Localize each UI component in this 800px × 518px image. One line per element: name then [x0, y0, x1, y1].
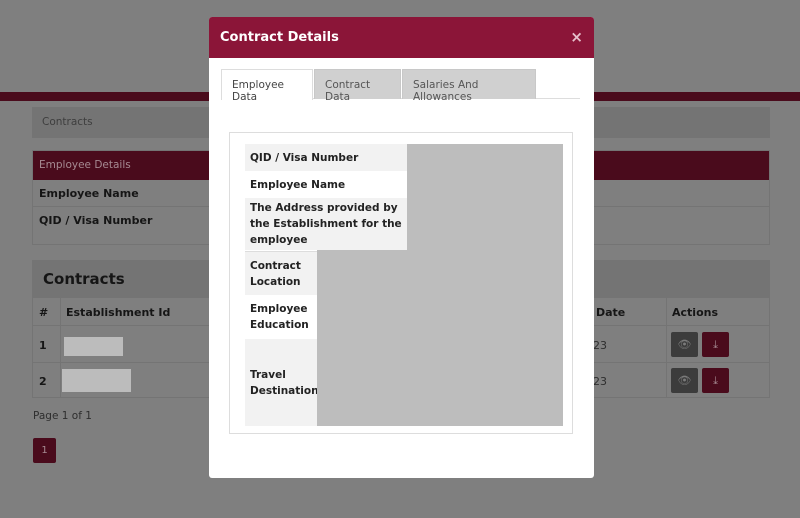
row-number: 2	[39, 375, 47, 388]
tab-bar: Employee Data Contract Data Salaries And…	[221, 69, 580, 103]
field-employee-education: Employee Education	[250, 303, 309, 331]
field-employee-name: Employee Name	[250, 178, 346, 191]
eye-icon: 👁	[677, 338, 692, 351]
row-date: 23	[593, 375, 607, 388]
tab-salaries-allowances[interactable]: Salaries And Allowances	[402, 69, 536, 103]
field-contract-location: Contract Location	[245, 251, 318, 295]
page-1-button[interactable]: 1	[33, 438, 56, 463]
close-icon[interactable]: ×	[570, 28, 583, 46]
page-info: Page 1 of 1	[33, 410, 92, 422]
col-actions: Actions	[672, 306, 718, 319]
field-address: The Address provided by the Establishmen…	[245, 198, 408, 250]
employee-data-panel: QID / Visa Number Employee Name The Addr…	[229, 132, 573, 434]
download-button[interactable]: ⤓	[702, 368, 729, 393]
redacted-values	[317, 250, 563, 426]
redacted-id	[64, 337, 123, 356]
eye-icon: 👁	[677, 374, 692, 387]
col-date: Date	[596, 306, 626, 319]
field-qid: QID / Visa Number	[245, 144, 408, 171]
download-icon: ⤓	[713, 374, 718, 387]
modal-title: Contract Details	[209, 17, 594, 58]
redacted-values	[407, 144, 563, 250]
view-button[interactable]: 👁	[671, 368, 698, 393]
col-number: #	[39, 306, 49, 319]
row-number: 1	[39, 339, 47, 352]
tab-employee-data[interactable]: Employee Data	[221, 69, 313, 103]
contract-details-modal: Contract Details × Employee Data Contrac…	[209, 17, 594, 478]
tab-contract-data[interactable]: Contract Data	[314, 69, 401, 103]
view-button[interactable]: 👁	[671, 332, 698, 357]
col-establishment-id: Establishment Id	[66, 306, 171, 319]
row-date: 23	[593, 339, 607, 352]
download-button[interactable]: ⤓	[702, 332, 729, 357]
download-icon: ⤓	[713, 338, 718, 351]
redacted-id	[62, 369, 131, 392]
field-travel-destination: Travel Destination	[245, 339, 319, 426]
